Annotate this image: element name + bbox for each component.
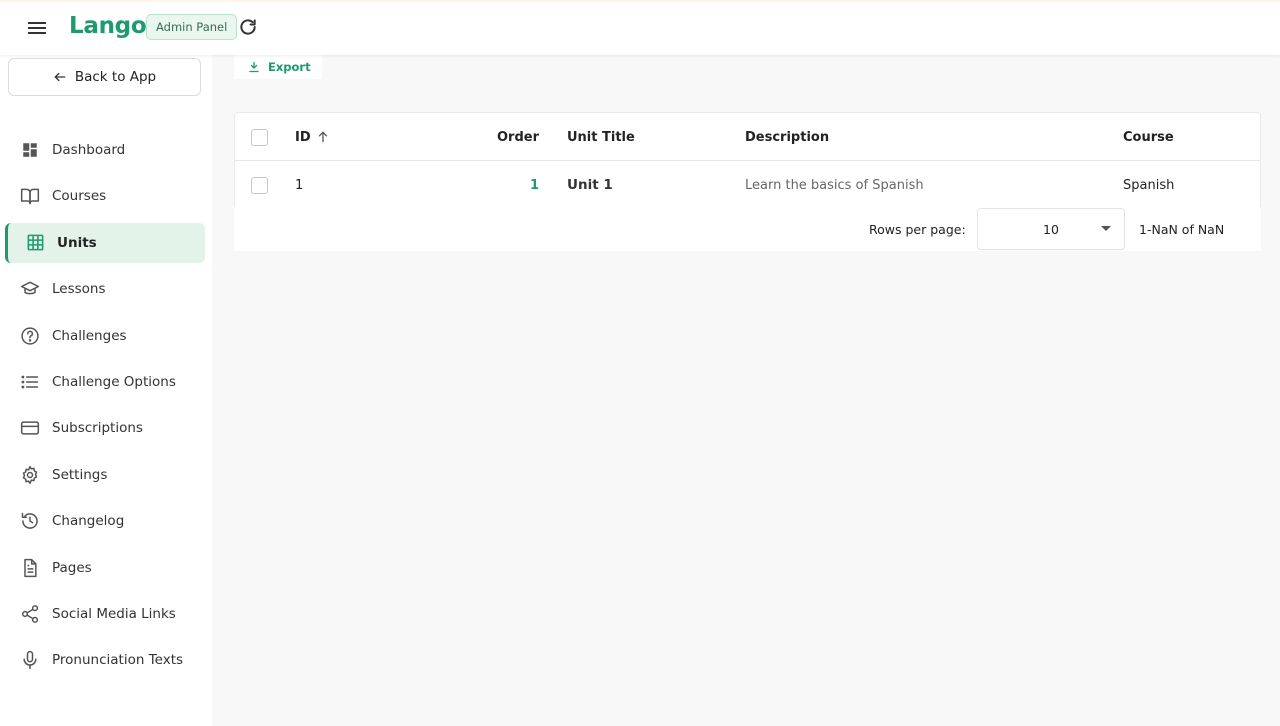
column-header-label: ID <box>295 129 311 145</box>
dashboard-icon <box>20 140 40 160</box>
graduation-cap-icon <box>20 279 40 299</box>
cell-description: Learn the basics of Spanish <box>745 177 924 193</box>
row-checkbox[interactable] <box>251 176 268 194</box>
help-circle-icon <box>20 326 40 346</box>
cell-course[interactable]: Spanish <box>1123 161 1174 209</box>
column-header-id[interactable]: ID <box>295 113 330 161</box>
sidebar-item-lessons[interactable]: Lessons <box>5 269 205 309</box>
sidebar-item-label: Settings <box>52 466 108 483</box>
grid-icon <box>25 233 45 253</box>
row-select-cell <box>251 161 269 209</box>
sidebar-item-label: Challenges <box>52 327 127 344</box>
sidebar-item-label: Challenge Options <box>52 373 176 390</box>
sidebar-item-label: Changelog <box>52 513 125 530</box>
sidebar-item-courses[interactable]: Courses <box>5 176 205 216</box>
sidebar-item-label: Pronunciation Texts <box>52 652 184 669</box>
pagination-bar: Rows per page: 10 1-NaN of NaN <box>234 207 1261 251</box>
cell-id: 1 <box>295 177 304 193</box>
sidebar-item-social-media-links[interactable]: Social Media Links <box>5 594 205 634</box>
mic-icon <box>20 650 40 670</box>
rows-per-page-label: Rows per page: <box>869 221 966 237</box>
sidebar: Back to App Dashboard Courses Units Less… <box>0 55 212 726</box>
column-header-order[interactable]: Order <box>465 113 539 161</box>
sidebar-item-units[interactable]: Units <box>5 222 205 263</box>
select-all-cell <box>251 113 269 161</box>
cell-order: 1 <box>529 177 539 193</box>
refresh-button[interactable] <box>238 17 258 37</box>
sidebar-item-label: Pages <box>52 559 92 576</box>
list-icon <box>20 372 40 392</box>
download-icon <box>249 61 259 73</box>
sidebar-nav: Dashboard Courses Units Lessons Challeng… <box>0 130 212 687</box>
export-button[interactable]: Export <box>234 55 322 79</box>
admin-panel-badge: Admin Panel <box>146 14 238 40</box>
column-header-description[interactable]: Description <box>745 113 829 161</box>
main-content: Export ID Order Unit Title Description C… <box>212 55 1280 726</box>
sidebar-item-label: Courses <box>52 188 107 205</box>
share-icon <box>20 604 40 624</box>
pagination-range: 1-NaN of NaN <box>1139 221 1225 237</box>
caret-down-icon <box>1101 226 1111 231</box>
sidebar-item-label: Lessons <box>52 281 106 298</box>
sidebar-item-subscriptions[interactable]: Subscriptions <box>5 408 205 448</box>
sidebar-item-label: Social Media Links <box>52 605 176 622</box>
back-to-app-button[interactable]: Back to App <box>8 58 201 96</box>
column-header-course[interactable]: Course <box>1123 113 1174 161</box>
book-icon <box>20 186 40 206</box>
gear-icon <box>20 465 40 485</box>
back-to-app-label: Back to App <box>74 69 157 85</box>
menu-button[interactable] <box>25 16 49 40</box>
table-row[interactable]: 1 1 Unit 1 Learn the basics of Spanish S… <box>235 161 1260 209</box>
file-text-icon <box>20 558 40 578</box>
sidebar-item-label: Dashboard <box>52 142 126 158</box>
app-logo[interactable]: Lango <box>69 13 147 39</box>
cell-unit-title: Unit 1 <box>567 177 613 193</box>
rows-per-page-value: 10 <box>1043 221 1059 237</box>
top-bar: Lango Admin Panel <box>0 0 1280 55</box>
select-all-checkbox[interactable] <box>251 128 268 146</box>
units-table: ID Order Unit Title Description Course 1… <box>234 112 1261 210</box>
arrow-left-icon <box>54 72 66 82</box>
sidebar-item-dashboard[interactable]: Dashboard <box>5 130 205 170</box>
table-header-row: ID Order Unit Title Description Course <box>235 113 1260 161</box>
rows-per-page-select[interactable]: 10 <box>977 208 1125 250</box>
sidebar-item-label: Units <box>57 234 97 251</box>
refresh-icon <box>240 19 256 35</box>
sidebar-item-pronunciation-texts[interactable]: Pronunciation Texts <box>5 640 205 680</box>
history-icon <box>20 511 40 531</box>
sidebar-item-settings[interactable]: Settings <box>5 455 205 495</box>
export-label: Export <box>268 60 311 74</box>
sidebar-item-changelog[interactable]: Changelog <box>5 501 205 541</box>
sidebar-item-label: Subscriptions <box>52 420 143 437</box>
sidebar-item-pages[interactable]: Pages <box>5 548 205 588</box>
sidebar-item-challenge-options[interactable]: Challenge Options <box>5 362 205 402</box>
column-header-unit-title[interactable]: Unit Title <box>567 113 635 161</box>
hamburger-icon <box>28 22 46 34</box>
credit-card-icon <box>20 418 40 438</box>
sidebar-item-challenges[interactable]: Challenges <box>5 316 205 356</box>
sort-ascending-icon <box>318 131 327 143</box>
